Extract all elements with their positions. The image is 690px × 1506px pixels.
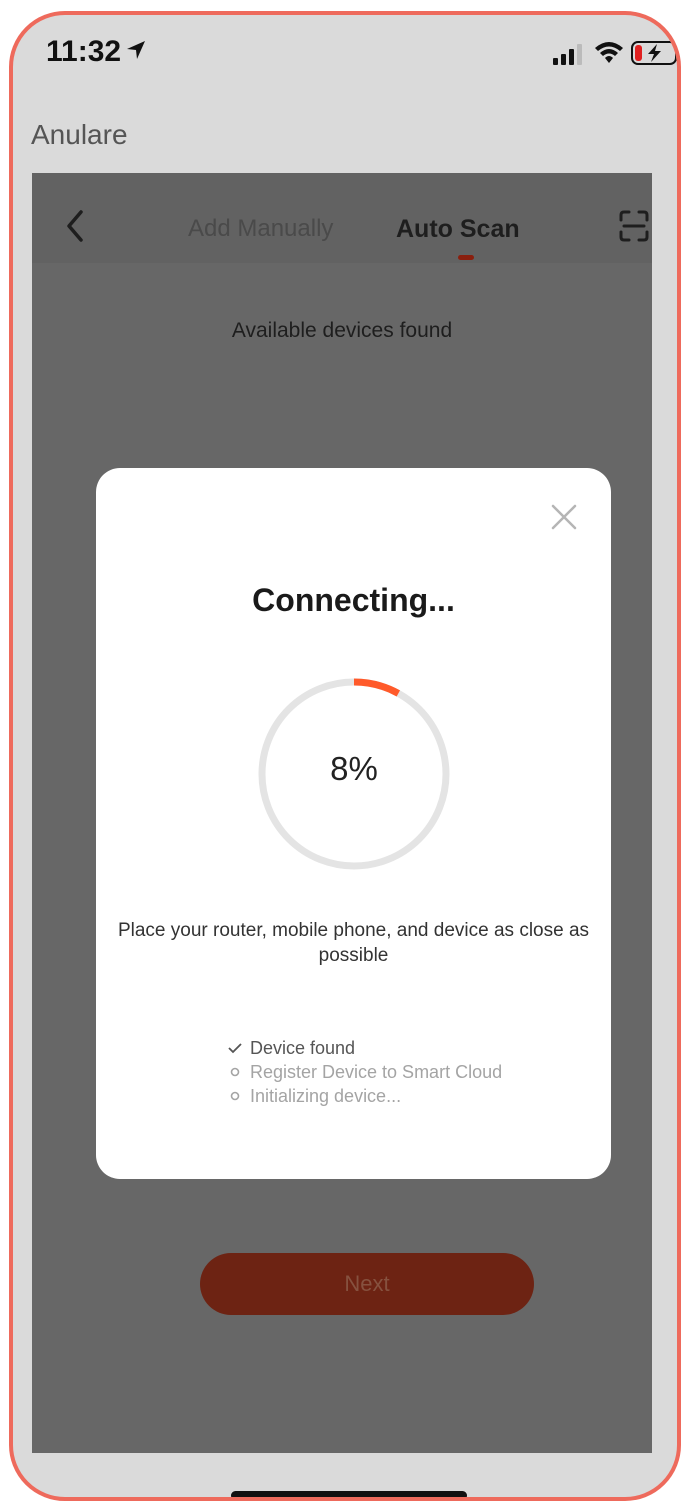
modal-title: Connecting... xyxy=(252,582,455,618)
step-item-device-found: Device found xyxy=(224,1036,584,1060)
location-arrow-icon xyxy=(127,41,145,59)
next-button[interactable]: Next xyxy=(200,1253,534,1315)
signal-icon xyxy=(553,44,582,65)
step-label: Initializing device... xyxy=(250,1085,402,1106)
home-indicator xyxy=(231,1491,467,1497)
back-icon[interactable] xyxy=(64,209,86,243)
progress-percent: 8% xyxy=(330,750,378,787)
tab-auto-scan[interactable]: Auto Scan xyxy=(396,215,520,244)
step-list: Device found Register Device to Smart Cl… xyxy=(224,1036,584,1108)
cancel-link[interactable]: Anulare xyxy=(31,119,128,151)
connecting-modal: Connecting... 8% Place your router, mobi… xyxy=(96,468,611,1179)
status-time: 11:32 xyxy=(46,35,122,68)
active-tab-indicator xyxy=(458,255,474,260)
battery-charging-icon xyxy=(631,41,677,65)
step-item-register-device: Register Device to Smart Cloud xyxy=(224,1060,584,1084)
circle-icon xyxy=(224,1067,246,1077)
checkmark-icon xyxy=(224,1042,246,1054)
top-nav: Add Manually Auto Scan xyxy=(32,173,652,263)
step-label: Register Device to Smart Cloud xyxy=(250,1061,503,1082)
close-icon[interactable] xyxy=(551,504,577,530)
step-item-initializing-device: Initializing device... xyxy=(224,1084,584,1108)
step-label: Device found xyxy=(250,1037,356,1058)
available-devices-text: Available devices found xyxy=(231,319,453,342)
status-bar: 11:32 xyxy=(13,15,677,85)
placement-tip: Place your router, mobile phone, and dev… xyxy=(117,920,590,966)
scan-icon[interactable] xyxy=(618,209,650,243)
circle-icon xyxy=(224,1091,246,1101)
wifi-icon xyxy=(595,42,623,63)
tab-add-manually[interactable]: Add Manually xyxy=(188,215,333,243)
